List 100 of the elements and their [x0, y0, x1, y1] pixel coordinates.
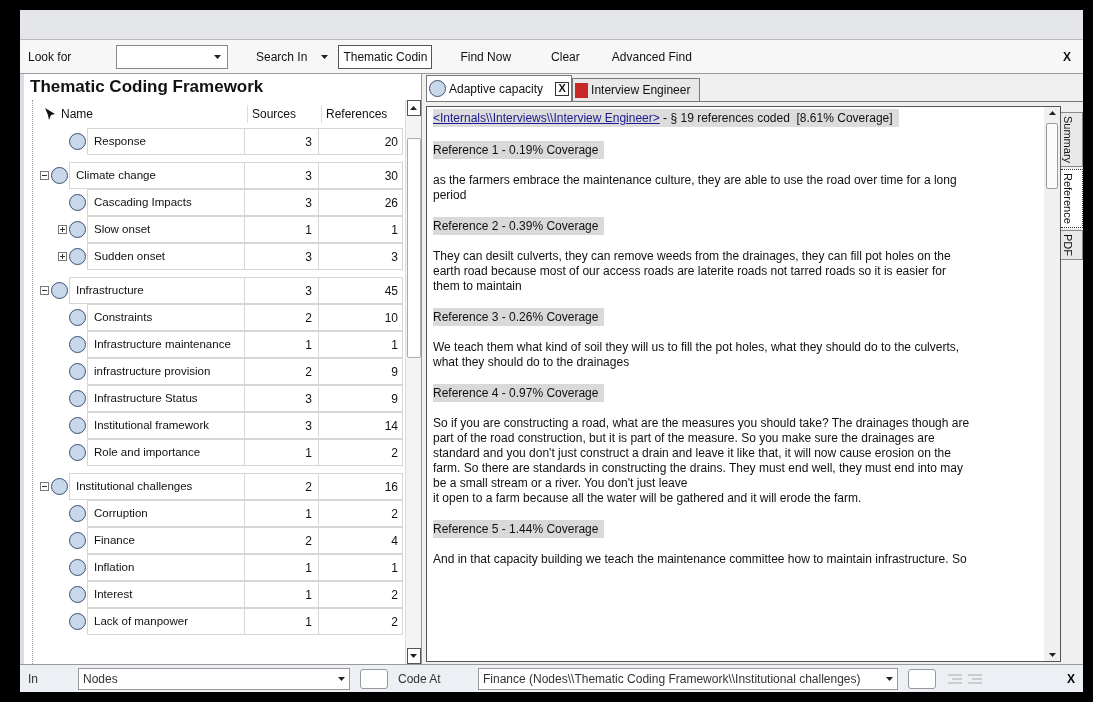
column-header[interactable]: Name	[61, 105, 247, 123]
pdf-icon	[575, 82, 589, 98]
dropdown-arrow-icon	[1048, 653, 1056, 657]
node-name[interactable]: Cascading Impacts	[88, 190, 244, 215]
search-in-field[interactable]: Thematic Codin	[338, 44, 433, 69]
expand-toggle[interactable]	[40, 286, 49, 295]
clear-button[interactable]: Clear	[551, 47, 580, 66]
references-cell: 1	[318, 217, 402, 242]
sources-cell: 1	[244, 440, 318, 465]
references-cell: 20	[318, 129, 402, 154]
find-now-button[interactable]: Find Now	[460, 47, 512, 66]
sources-cell: 1	[244, 501, 318, 526]
blank-button[interactable]	[908, 668, 936, 689]
references-cell: 26	[318, 190, 402, 215]
node-icon	[69, 390, 86, 407]
node-icon	[429, 80, 446, 97]
search-in-label: Search In	[256, 48, 308, 66]
references-cell: 45	[318, 278, 402, 303]
code-at-dropdown[interactable]: Finance (Nodes\\Thematic Coding Framework\\Institutional challenges)	[478, 667, 898, 690]
node-icon	[69, 363, 86, 380]
scroll-up-button[interactable]	[406, 100, 421, 116]
sources-cell: 1	[244, 217, 318, 242]
blank-button[interactable]	[360, 668, 388, 689]
reference-heading: Reference 1 - 0.19% Coverage	[433, 141, 605, 159]
sources-cell: 2	[244, 474, 318, 499]
side-tab[interactable]: PDF	[1061, 229, 1083, 260]
node-name[interactable]: Institutional framework	[88, 413, 244, 438]
column-header[interactable]: Sources	[247, 105, 321, 123]
expand-toggle[interactable]	[40, 482, 49, 491]
source-link[interactable]: <Internals\\Interviews\\Interview Engineer>	[433, 109, 660, 127]
references-cell: 10	[318, 305, 402, 330]
node-name[interactable]: Lack of manpower	[88, 609, 244, 634]
node-name[interactable]: Institutional challenges	[70, 474, 244, 499]
sources-cell: 1	[244, 332, 318, 357]
advanced-find-button[interactable]: Advanced Find	[611, 47, 692, 66]
node-name[interactable]: Slow onset	[88, 217, 244, 242]
references-cell: 2	[318, 501, 402, 526]
reference-text: So if you are constructing a road, what are the measures you should take? The drainages though are part of the road construction, but it is part of the measure. So you make sure the drainages are standard and you don't just construct a drain and leave it like that, it will now cause erosion on the farm. So there are standards in constructing the drains. They must end well, they must end into may be a small stream or a river. You don't just leave it open to a farm because all the water will be gathered and it will erode the farm.	[433, 416, 971, 506]
node-icon	[69, 586, 86, 603]
scroll-down-button[interactable]	[406, 648, 421, 664]
scrollbar[interactable]	[405, 100, 421, 664]
node-name[interactable]: infrastructure provision	[88, 359, 244, 384]
close-button[interactable]: X	[1067, 669, 1075, 688]
references-cell: 3	[318, 244, 402, 269]
document-tab[interactable]: Interview Engineer	[572, 78, 701, 101]
references-cell: 14	[318, 413, 402, 438]
node-name[interactable]: Sudden onset	[88, 244, 244, 269]
sources-cell: 3	[244, 190, 318, 215]
reference-text: And in that capacity building we teach the maintenance committee how to maintain infrastructure. So	[433, 552, 968, 567]
node-name[interactable]: Corruption	[88, 501, 244, 526]
node-icon	[69, 417, 86, 434]
side-tab[interactable]: Reference	[1061, 169, 1083, 228]
scrollbar-thumb[interactable]	[406, 138, 421, 358]
node-name[interactable]: Climate change	[70, 163, 244, 188]
dropdown-arrow-icon	[886, 676, 893, 681]
node-name[interactable]: Finance	[88, 528, 244, 553]
scrollbar-thumb[interactable]	[1046, 123, 1058, 189]
node-icon	[69, 309, 86, 326]
dropdown-arrow-icon	[338, 676, 345, 681]
sources-cell: 1	[244, 582, 318, 607]
references-cell: 16	[318, 474, 402, 499]
references-cell: 4	[318, 528, 402, 553]
in-dropdown[interactable]: Nodes	[78, 667, 350, 690]
node-name[interactable]: Role and importance	[88, 440, 244, 465]
expand-toggle[interactable]	[58, 225, 67, 234]
node-name[interactable]: Constraints	[88, 305, 244, 330]
references-cell: 1	[318, 332, 402, 357]
node-name[interactable]: Infrastructure Status	[88, 386, 244, 411]
sources-cell: 3	[244, 413, 318, 438]
close-tab-button[interactable]: X	[555, 81, 570, 96]
expand-toggle[interactable]	[40, 171, 49, 180]
tab-label: Interview Engineer	[591, 82, 691, 99]
coverage-summary: - § 19 references coded [8.61% Coverage]	[662, 110, 893, 127]
node-name[interactable]: Inflation	[88, 555, 244, 580]
dropdown-arrow-icon	[214, 54, 221, 59]
close-button[interactable]: X	[1063, 47, 1071, 66]
sources-cell: 3	[244, 278, 318, 303]
document-tab[interactable]: Adaptive capacity X	[426, 75, 573, 101]
node-name[interactable]: Interest	[88, 582, 244, 607]
sources-cell: 3	[244, 386, 318, 411]
scrollbar[interactable]	[1044, 107, 1060, 661]
node-name[interactable]: Infrastructure	[70, 278, 244, 303]
node-icon	[69, 559, 86, 576]
sources-cell: 1	[244, 609, 318, 634]
tab-label: Adaptive capacity	[449, 80, 544, 98]
dropdown-arrow-icon	[410, 654, 417, 658]
reference-heading: Reference 3 - 0.26% Coverage	[433, 308, 605, 326]
node-icon	[69, 613, 86, 630]
node-name[interactable]: Infrastructure maintenance	[88, 332, 244, 357]
node-name[interactable]: Response	[88, 129, 244, 154]
node-icon	[51, 167, 68, 184]
side-tab[interactable]: Summary	[1061, 112, 1083, 168]
look-for-dropdown[interactable]	[116, 44, 228, 69]
reference-heading: Reference 4 - 0.97% Coverage	[433, 384, 605, 402]
up-arrow-icon[interactable]	[1048, 111, 1056, 115]
expand-toggle[interactable]	[58, 252, 67, 261]
reference-text: They can desilt culverts, they can remove weeds from the drainages, they can fill pot holes on the earth road because most of our access roads are laterite roads not tarred roads so it is easier for them to maintain	[433, 249, 952, 294]
node-icon	[69, 133, 86, 150]
references-cell: 1	[318, 555, 402, 580]
reference-heading: Reference 5 - 1.44% Coverage	[433, 520, 605, 538]
